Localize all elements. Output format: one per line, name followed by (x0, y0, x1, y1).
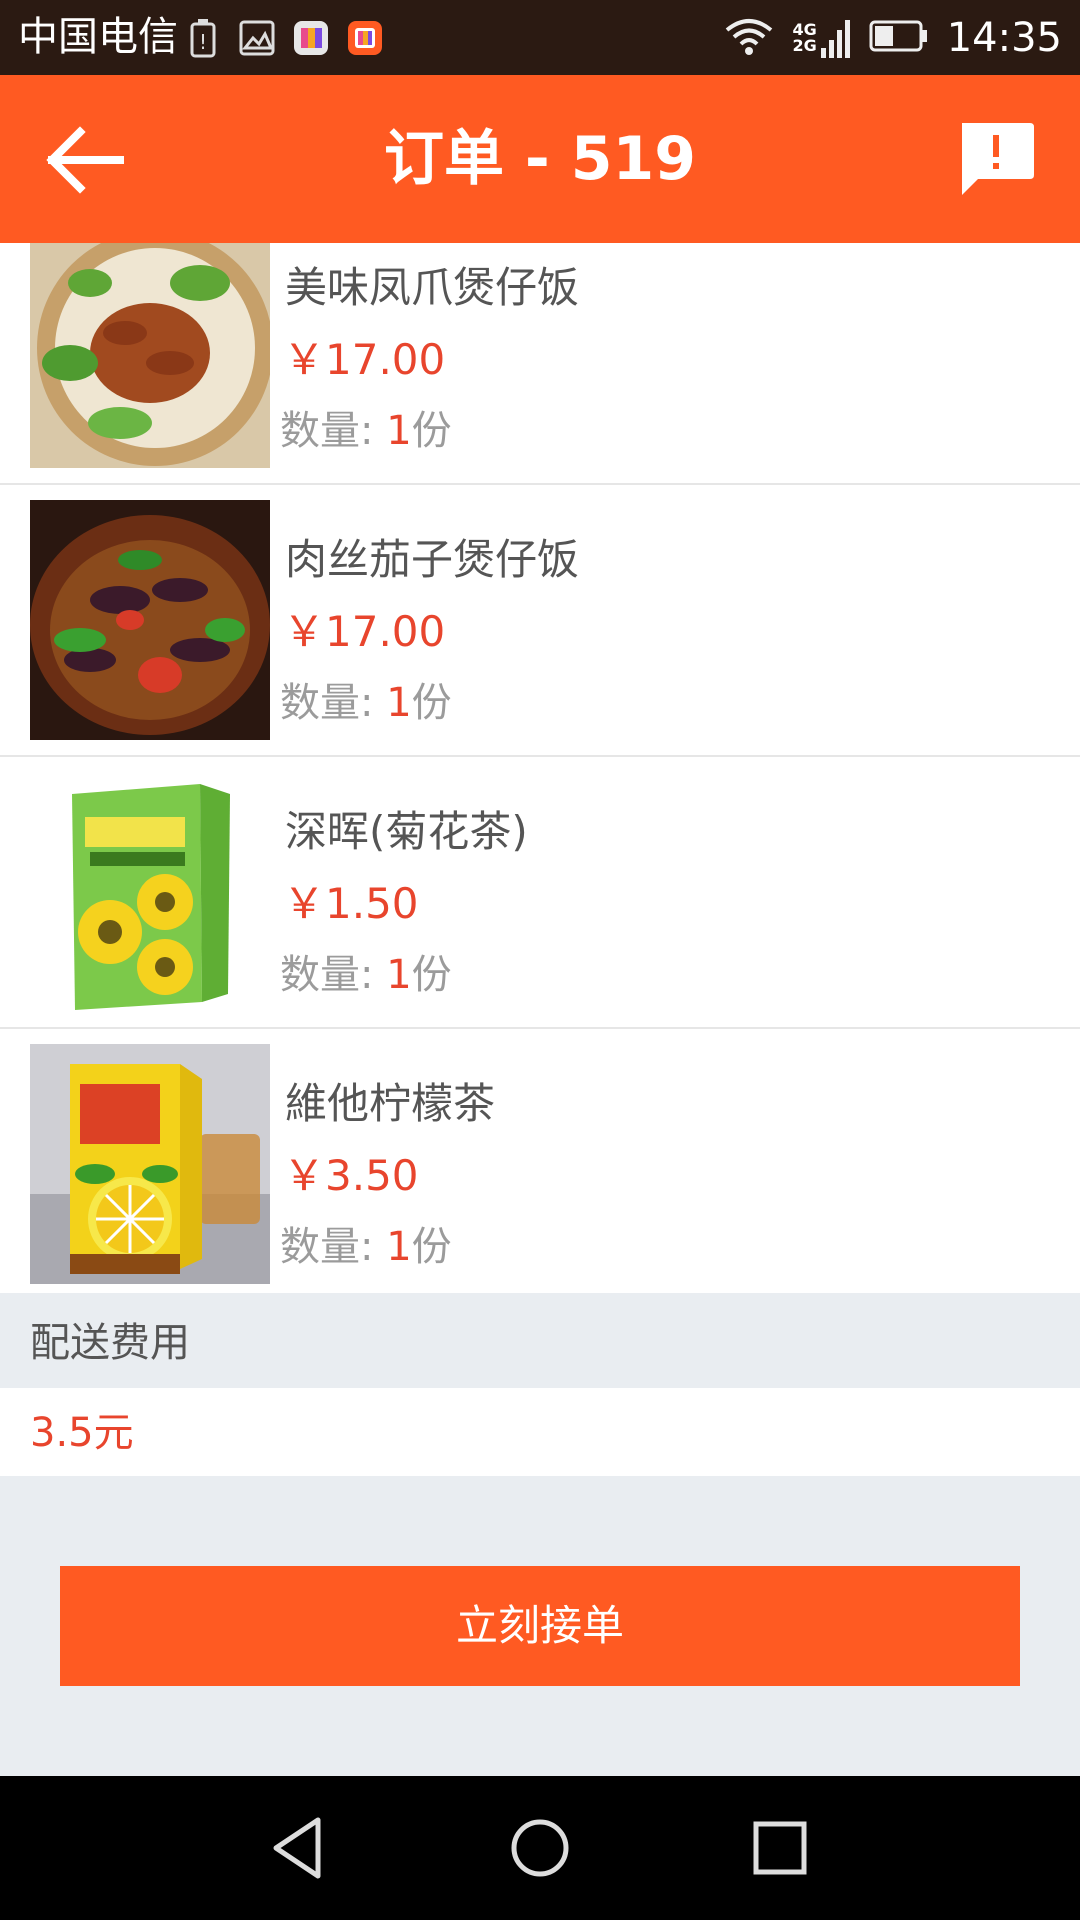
quantity-unit: 份 (411, 1224, 452, 1270)
battery-alert-icon: ! (183, 18, 223, 58)
nav-back-icon (273, 1817, 321, 1879)
delivery-fee-value: 3.5元 (30, 1410, 134, 1456)
quantity-unit: 份 (411, 680, 452, 726)
screen: 中国电信 ! 4G 2G 14:35 订单 - 519 美味凤爪煲仔饭 ￥17.… (0, 0, 1080, 1920)
svg-text:!: ! (199, 30, 207, 54)
navigation-bar (0, 1776, 1080, 1920)
quantity-label: 数量: (280, 408, 387, 454)
page-title: 订单 - 519 (384, 124, 696, 194)
list-item[interactable]: 肉丝茄子煲仔饭 ￥17.00 数量: 1份 (0, 485, 1080, 757)
quantity-label: 数量: (280, 1224, 387, 1270)
item-price: ￥3.50 (283, 1151, 419, 1200)
network-type-2g: 2G (792, 35, 817, 55)
item-quantity: 数量: 1份 (280, 406, 452, 456)
wifi-icon (724, 16, 774, 60)
item-quantity: 数量: 1份 (280, 1222, 452, 1272)
quantity-label: 数量: (280, 680, 387, 726)
quantity-unit: 份 (411, 408, 452, 454)
quantity-value: 1 (386, 952, 412, 998)
item-image-lemon-tea (30, 1044, 270, 1284)
item-name: 美味凤爪煲仔饭 (285, 263, 580, 312)
delivery-fee-row: 3.5元 (0, 1388, 1080, 1476)
battery-icon (869, 18, 929, 58)
item-name: 深晖(菊花茶) (285, 807, 528, 856)
item-image-claypot-chicken-feet (30, 243, 270, 468)
status-right: 4G 2G 14:35 (724, 10, 1062, 65)
carrier-name: 中国电信 (18, 14, 178, 60)
back-arrow-icon (46, 126, 124, 194)
nav-recents-icon (753, 1821, 807, 1875)
feedback-icon (962, 123, 1034, 195)
nav-back-button[interactable] (260, 1808, 340, 1888)
item-price: ￥17.00 (283, 335, 446, 384)
accept-order-button[interactable]: 立刻接单 (60, 1566, 1020, 1686)
status-bar: 中国电信 ! 4G 2G 14:35 (0, 0, 1080, 75)
item-name: 維他柠檬茶 (285, 1079, 496, 1128)
item-quantity: 数量: 1份 (280, 678, 452, 728)
signal-icon: 4G 2G (792, 16, 850, 60)
clock: 14:35 (946, 14, 1062, 61)
item-quantity: 数量: 1份 (280, 950, 452, 1000)
item-price: ￥17.00 (283, 607, 446, 656)
app-icon-1 (291, 18, 331, 58)
nav-recents-button[interactable] (740, 1808, 820, 1888)
item-price: ￥1.50 (283, 879, 419, 928)
list-item[interactable]: 美味凤爪煲仔饭 ￥17.00 数量: 1份 (0, 243, 1080, 485)
item-name: 肉丝茄子煲仔饭 (285, 535, 580, 584)
order-item-list: 美味凤爪煲仔饭 ￥17.00 数量: 1份 肉丝茄子煲仔饭 ￥17.00 数量:… (0, 243, 1080, 1293)
list-item[interactable]: 深晖(菊花茶) ￥1.50 数量: 1份 (0, 757, 1080, 1029)
back-button[interactable] (40, 115, 130, 205)
quantity-value: 1 (386, 680, 412, 726)
quantity-label: 数量: (280, 952, 387, 998)
notification-icons: ! (183, 14, 385, 62)
item-image-claypot-eggplant (30, 500, 270, 740)
quantity-value: 1 (386, 1224, 412, 1270)
delivery-fee-header: 配送费用 (0, 1298, 1080, 1388)
nav-home-button[interactable] (500, 1808, 580, 1888)
nav-home-icon (511, 1819, 569, 1877)
quantity-unit: 份 (411, 952, 452, 998)
item-image-chrysanthemum-tea (30, 772, 270, 1012)
app-bar: 订单 - 519 (0, 75, 1080, 243)
app-icon-2 (345, 18, 385, 58)
quantity-value: 1 (386, 408, 412, 454)
list-item[interactable]: 維他柠檬茶 ￥3.50 数量: 1份 (0, 1029, 1080, 1293)
image-icon (237, 18, 277, 58)
delivery-fee-label: 配送费用 (30, 1320, 190, 1366)
feedback-button[interactable] (952, 117, 1040, 205)
